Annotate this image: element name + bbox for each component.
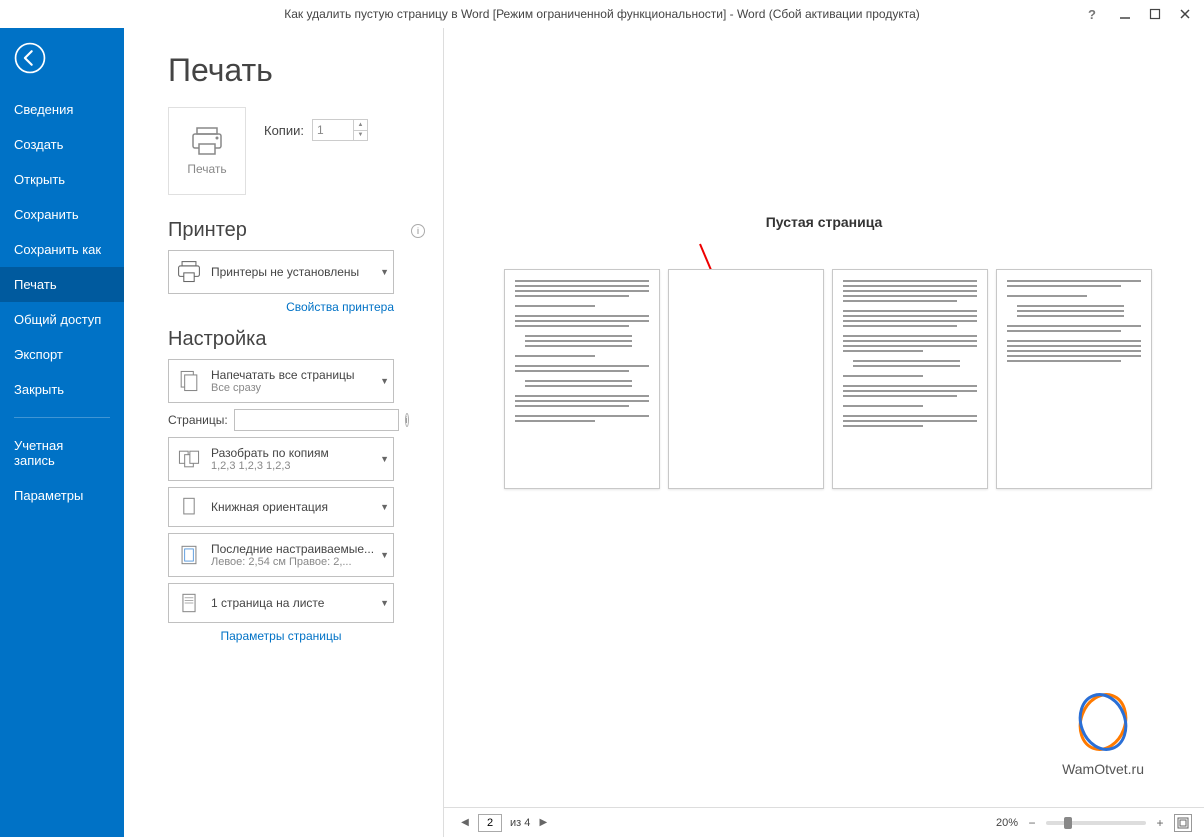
- orientation-line1: Книжная ориентация: [211, 500, 376, 514]
- zoom-out-button[interactable]: −: [1024, 815, 1040, 831]
- copies-up-icon[interactable]: ▲: [354, 120, 367, 131]
- collate-icon: [173, 443, 205, 475]
- sidebar-item-save[interactable]: Сохранить: [0, 197, 124, 232]
- print-button[interactable]: Печать: [168, 107, 246, 195]
- chevron-down-icon: ▼: [380, 502, 389, 512]
- pages-icon: [173, 365, 205, 397]
- pages-label: Страницы:: [168, 413, 228, 427]
- sidebar: Сведения Создать Открыть Сохранить Сохра…: [0, 28, 124, 837]
- margins-dropdown[interactable]: Последние настраиваемые... Левое: 2,54 с…: [168, 533, 394, 577]
- pages-per-sheet-dropdown[interactable]: 1 страница на листе ▼: [168, 583, 394, 623]
- maximize-button[interactable]: [1140, 4, 1170, 24]
- page-per-sheet-icon: [173, 587, 205, 619]
- print-range-line2: Все сразу: [211, 382, 376, 394]
- minimize-button[interactable]: [1110, 4, 1140, 24]
- sidebar-item-account[interactable]: Учетная запись: [0, 428, 124, 478]
- margins-line2: Левое: 2,54 см Правое: 2,...: [211, 556, 376, 568]
- page-thumbnail-4[interactable]: [996, 269, 1152, 489]
- annotation-label: Пустая страница: [766, 214, 883, 230]
- printer-dropdown[interactable]: Принтеры не установлены ▼: [168, 250, 394, 294]
- back-button[interactable]: [0, 28, 60, 88]
- page-title: Печать: [168, 52, 425, 89]
- sidebar-item-open[interactable]: Открыть: [0, 162, 124, 197]
- portrait-icon: [173, 491, 205, 523]
- sidebar-item-options[interactable]: Параметры: [0, 478, 124, 513]
- per-sheet-line1: 1 страница на листе: [211, 596, 376, 610]
- copies-field[interactable]: [313, 120, 353, 140]
- printer-dropdown-label: Принтеры не установлены: [211, 265, 376, 279]
- preview-footer: ◀ из 4 ▶ 20% − +: [444, 807, 1204, 837]
- sidebar-separator: [14, 417, 110, 418]
- sidebar-item-saveas[interactable]: Сохранить как: [0, 232, 124, 267]
- info-icon[interactable]: i: [411, 224, 425, 238]
- printer-properties-link[interactable]: Свойства принтера: [168, 300, 394, 314]
- info-icon[interactable]: i: [405, 413, 409, 427]
- sidebar-item-print[interactable]: Печать: [0, 267, 124, 302]
- collate-line1: Разобрать по копиям: [211, 446, 376, 460]
- page-number-input[interactable]: [478, 814, 502, 832]
- pages-input[interactable]: [234, 409, 399, 431]
- preview-pane: Пустая страница: [444, 28, 1204, 837]
- print-range-dropdown[interactable]: Напечатать все страницы Все сразу ▼: [168, 359, 394, 403]
- printer-section-title: Принтер: [168, 219, 247, 242]
- zoom-label: 20%: [996, 817, 1018, 829]
- sidebar-item-share[interactable]: Общий доступ: [0, 302, 124, 337]
- chevron-down-icon: ▼: [380, 598, 389, 608]
- margins-line1: Последние настраиваемые...: [211, 542, 376, 556]
- copies-label: Копии:: [264, 123, 304, 138]
- margins-icon: [173, 539, 205, 571]
- zoom-in-button[interactable]: +: [1152, 815, 1168, 831]
- collate-dropdown[interactable]: Разобрать по копиям 1,2,3 1,2,3 1,2,3 ▼: [168, 437, 394, 481]
- chevron-down-icon: ▼: [380, 454, 389, 464]
- page-thumbnail-3[interactable]: [832, 269, 988, 489]
- close-button[interactable]: [1170, 4, 1200, 24]
- fit-to-page-button[interactable]: [1174, 814, 1192, 832]
- sidebar-item-info[interactable]: Сведения: [0, 92, 124, 127]
- printer-icon: [173, 256, 205, 288]
- zoom-slider[interactable]: [1046, 821, 1146, 825]
- sidebar-item-close[interactable]: Закрыть: [0, 372, 124, 407]
- watermark-logo-icon: [1062, 692, 1144, 757]
- preview-pages: [504, 269, 1152, 489]
- chevron-down-icon: ▼: [380, 376, 389, 386]
- sidebar-item-export[interactable]: Экспорт: [0, 337, 124, 372]
- print-range-line1: Напечатать все страницы: [211, 368, 376, 382]
- orientation-dropdown[interactable]: Книжная ориентация ▼: [168, 487, 394, 527]
- page-total-label: из 4: [510, 817, 530, 829]
- page-setup-link[interactable]: Параметры страницы: [168, 629, 394, 643]
- copies-down-icon[interactable]: ▼: [354, 131, 367, 141]
- watermark: WamOtvet.ru: [1062, 692, 1144, 777]
- titlebar: Как удалить пустую страницу в Word [Режи…: [0, 0, 1204, 28]
- page-thumbnail-2-empty[interactable]: [668, 269, 824, 489]
- watermark-text: WamOtvet.ru: [1062, 761, 1144, 777]
- chevron-down-icon: ▼: [380, 550, 389, 560]
- print-settings-pane: Печать Печать Копии: ▲ ▼: [124, 28, 444, 837]
- prev-page-button[interactable]: ◀: [456, 814, 474, 832]
- page-thumbnail-1[interactable]: [504, 269, 660, 489]
- chevron-down-icon: ▼: [380, 267, 389, 277]
- help-icon[interactable]: ?: [1080, 4, 1104, 24]
- settings-section-title: Настройка: [168, 328, 266, 351]
- copies-input[interactable]: ▲ ▼: [312, 119, 368, 141]
- print-button-label: Печать: [187, 162, 226, 176]
- next-page-button[interactable]: ▶: [534, 814, 552, 832]
- window-title: Как удалить пустую страницу в Word [Режи…: [0, 7, 1204, 21]
- sidebar-item-new[interactable]: Создать: [0, 127, 124, 162]
- collate-line2: 1,2,3 1,2,3 1,2,3: [211, 460, 376, 472]
